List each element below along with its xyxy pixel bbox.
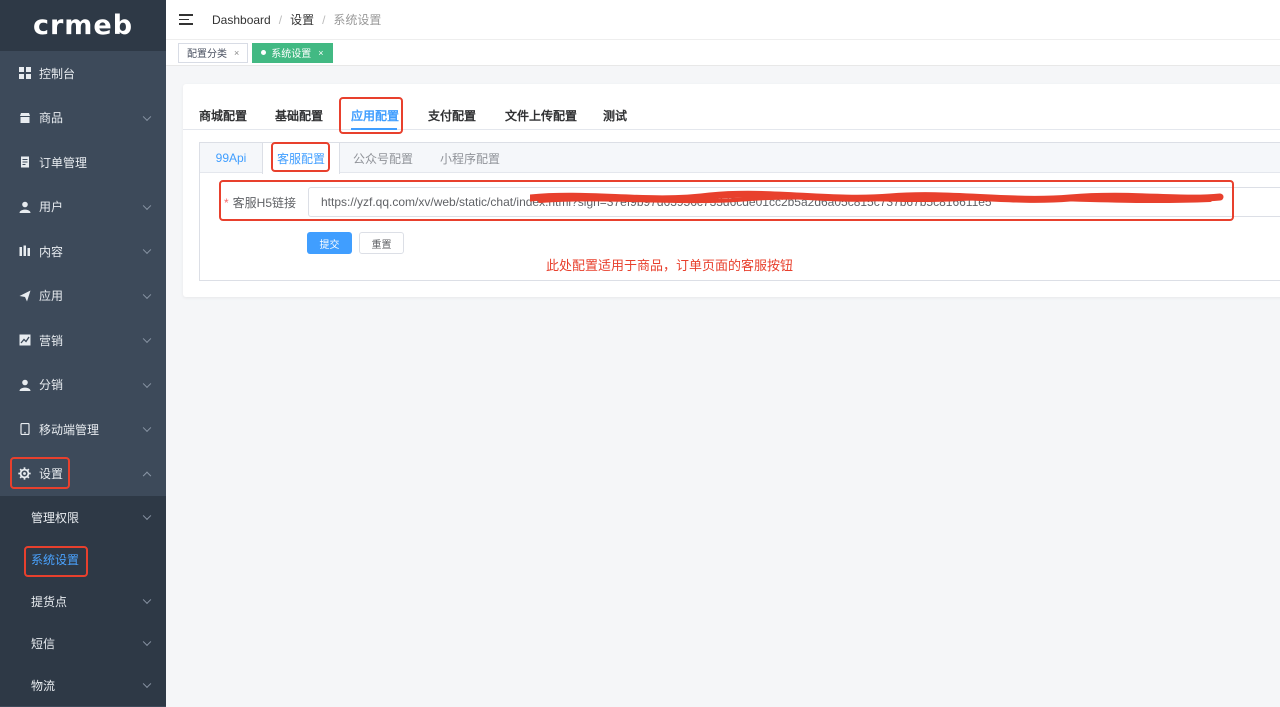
sidebar-item-mobile[interactable]: 移动端管理 <box>0 407 166 452</box>
sidebar-item-label: 短信 <box>31 636 56 651</box>
tab-customer-service[interactable]: 客服配置 <box>262 143 340 174</box>
tag-label: 系统设置 <box>271 49 312 60</box>
chevron-down-icon <box>142 201 152 210</box>
h5-link-input[interactable] <box>308 187 1280 217</box>
sidebar-subitem-permissions[interactable]: 管理权限 <box>0 496 166 538</box>
sidebar-item-label: 分销 <box>39 378 64 393</box>
tab-label: 99Api <box>215 151 247 165</box>
sidebar-item-distribution[interactable]: 分销 <box>0 363 166 408</box>
chevron-down-icon <box>142 379 152 388</box>
tab-99api[interactable]: 99Api <box>200 143 262 173</box>
breadcrumb-separator: / <box>322 12 326 27</box>
tab-label: 公众号配置 <box>352 151 413 166</box>
h5-link-form-item: * 客服H5链接 <box>224 187 1280 217</box>
tag-label: 配置分类 <box>187 49 227 60</box>
sidebar-item-label: 用户 <box>39 200 64 215</box>
required-mark: * <box>224 195 229 210</box>
sidebar-item-label: 系统设置 <box>31 552 80 567</box>
annotation-note: 此处配置适用于商品，订单页面的客服按钮 <box>546 258 794 273</box>
chevron-down-icon <box>142 637 152 647</box>
sidebar-item-label: 订单管理 <box>39 155 88 170</box>
sidebar-item-products[interactable]: 商品 <box>0 96 166 141</box>
sidebar-item-orders[interactable]: 订单管理 <box>0 140 166 185</box>
config-tabs: 商城配置 基础配置 应用配置 支付配置 文件上传配置 测试 <box>183 84 1280 130</box>
tab-basic-config[interactable]: 基础配置 <box>275 107 323 124</box>
user-icon <box>18 200 31 213</box>
submit-button[interactable]: 提交 <box>307 232 352 254</box>
shop-icon <box>18 111 31 124</box>
gear-icon <box>18 467 31 480</box>
breadcrumb-settings[interactable]: 设置 <box>290 11 314 28</box>
chevron-down-icon <box>142 679 152 689</box>
sidebar-subitem-sms[interactable]: 短信 <box>0 622 166 664</box>
tab-official-account[interactable]: 公众号配置 <box>340 143 426 173</box>
sidebar-item-label: 应用 <box>39 289 64 304</box>
mobile-icon <box>18 423 31 436</box>
tab-test[interactable]: 测试 <box>603 107 627 124</box>
user-icon <box>18 378 31 391</box>
chevron-down-icon <box>142 290 152 299</box>
top-header: Dashboard / 设置 / 系统设置 <box>166 0 1280 40</box>
sidebar-subitem-pickup-points[interactable]: 提货点 <box>0 580 166 622</box>
tab-mini-program[interactable]: 小程序配置 <box>426 143 514 173</box>
breadcrumb-dashboard[interactable]: Dashboard <box>212 13 271 27</box>
sidebar-item-label: 移动端管理 <box>39 422 100 437</box>
chevron-down-icon <box>142 511 152 521</box>
send-icon <box>18 289 31 302</box>
chevron-down-icon <box>142 423 152 433</box>
chevron-down-icon <box>142 112 152 121</box>
sidebar-item-label: 控制台 <box>39 66 76 81</box>
sidebar-item-label: 提货点 <box>31 594 68 609</box>
chevron-up-icon <box>142 471 152 480</box>
active-tab-indicator <box>351 128 397 130</box>
label-text: 客服H5链接 <box>232 195 297 210</box>
sidebar: crmeb 控制台 商品 订单管理 用户 内容 应用 营销 分销 移动端管理 设… <box>0 0 166 707</box>
sidebar-subitem-system-settings[interactable]: 系统设置 <box>0 538 166 580</box>
tab-label: 小程序配置 <box>439 151 500 166</box>
sidebar-item-label: 设置 <box>39 467 64 482</box>
chevron-down-icon <box>142 595 152 605</box>
h5-link-label: * 客服H5链接 <box>224 194 308 211</box>
sidebar-item-apps[interactable]: 应用 <box>0 274 166 319</box>
tags-view: 配置分类 × 系统设置 × <box>166 40 1280 66</box>
sidebar-item-label: 物流 <box>31 678 56 693</box>
tag-config-category[interactable]: 配置分类 × <box>178 42 249 63</box>
sidebar-item-label: 内容 <box>39 244 64 259</box>
tab-store-config[interactable]: 商城配置 <box>199 107 247 124</box>
chevron-down-icon <box>142 334 152 344</box>
tab-payment-config[interactable]: 支付配置 <box>428 107 476 124</box>
sidebar-item-settings[interactable]: 设置 <box>0 452 166 497</box>
chart-icon <box>18 334 31 347</box>
logo[interactable]: crmeb <box>0 0 166 51</box>
order-icon <box>18 156 31 169</box>
chevron-down-icon <box>142 245 152 255</box>
sidebar-item-dashboard[interactable]: 控制台 <box>0 51 166 96</box>
close-icon[interactable]: × <box>234 48 239 58</box>
settings-submenu: 管理权限 系统设置 提货点 短信 物流 <box>0 496 166 706</box>
breadcrumb-current: 系统设置 <box>333 13 382 27</box>
sidebar-item-label: 管理权限 <box>31 510 80 525</box>
content-icon <box>18 245 31 258</box>
breadcrumb-separator: / <box>278 12 283 27</box>
reset-button[interactable]: 重置 <box>359 232 404 254</box>
tag-system-settings[interactable]: 系统设置 × <box>252 42 333 63</box>
sidebar-item-label: 商品 <box>39 111 64 126</box>
sidebar-item-label: 营销 <box>39 333 64 348</box>
active-dot-icon <box>261 50 267 55</box>
sidebar-item-content[interactable]: 内容 <box>0 229 166 274</box>
menu-toggle-icon[interactable] <box>179 14 193 25</box>
sub-tabs: 99Api 客服配置 公众号配置 小程序配置 <box>200 143 1280 174</box>
close-icon[interactable]: × <box>318 48 323 58</box>
tab-app-config[interactable]: 应用配置 <box>351 107 399 124</box>
tab-upload-config[interactable]: 文件上传配置 <box>505 107 577 124</box>
dashboard-icon <box>18 67 31 80</box>
sidebar-item-users[interactable]: 用户 <box>0 185 166 230</box>
sidebar-item-marketing[interactable]: 营销 <box>0 318 166 363</box>
tab-label: 客服配置 <box>276 152 325 166</box>
sidebar-subitem-logistics[interactable]: 物流 <box>0 664 166 706</box>
